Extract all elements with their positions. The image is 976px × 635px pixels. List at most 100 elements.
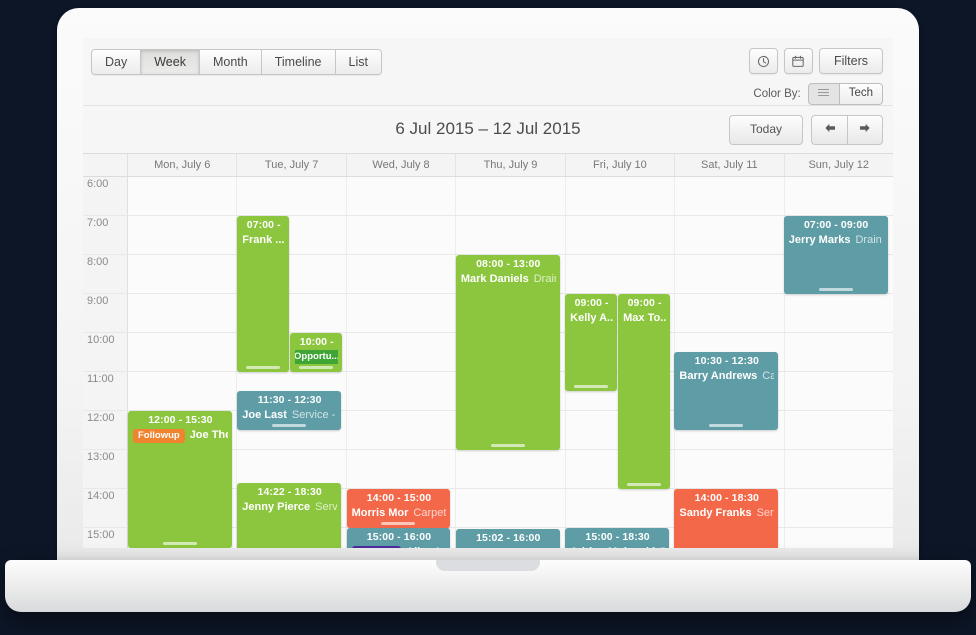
view-tab-week[interactable]: Week: [141, 50, 200, 74]
event-resize-handle[interactable]: [162, 542, 197, 545]
event-resize-handle[interactable]: [272, 424, 307, 427]
color-by-control: Color By: Tech: [753, 83, 883, 105]
event-time: 15:00 - 18:30: [585, 531, 650, 543]
event-resize-handle[interactable]: [246, 366, 281, 369]
event-resize-handle[interactable]: [627, 483, 662, 486]
event-time: 14:22 - 18:30: [257, 486, 322, 498]
event-customer-name: Frank ...: [242, 234, 285, 246]
hour-label-2: 8:00: [83, 255, 128, 293]
calendar-event[interactable]: 12:00 - 15:30 Followup Joe Thej...: [128, 411, 232, 548]
event-customer-name: Kelly A...: [570, 312, 614, 324]
event-resize-handle[interactable]: [574, 385, 609, 388]
event-badge: Opportu...: [295, 350, 339, 364]
day-header-1: Tue, July 7: [237, 154, 347, 176]
calendar-event[interactable]: 15:00 - 16:00 Estimate Allen Las...: [346, 528, 451, 548]
event-body: Sandy Franks Servic...: [679, 506, 774, 521]
calendar-event[interactable]: 08:00 - 13:00 Mark Daniels Drain ...: [455, 255, 560, 450]
hour-label-9: 15:00: [83, 528, 128, 548]
event-time: 10:30 - 12:30: [694, 355, 759, 367]
color-by-label: Color By:: [753, 88, 801, 100]
event-customer-name: Joe Last: [242, 409, 287, 421]
event-body: Opportu...: [295, 350, 339, 364]
event-time: 15:00 - 16:00: [366, 531, 432, 543]
hour-label-1: 7:00: [83, 216, 128, 254]
color-by-toggle[interactable]: Tech: [807, 83, 883, 105]
calendar-event[interactable]: 07:00 - Frank ...: [237, 216, 290, 372]
event-body: Estimate Allen Las...: [351, 545, 446, 548]
event-description: Service ...: [528, 546, 556, 548]
clock-button[interactable]: [748, 48, 778, 74]
event-resize-handle[interactable]: [818, 288, 853, 291]
event-time: 07:00 -: [246, 219, 281, 231]
event-resize-handle[interactable]: [299, 366, 334, 369]
event-time: 07:00 - 09:00: [803, 219, 869, 231]
event-customer-name: Will Damian: [461, 546, 523, 548]
prev-week-button[interactable]: [812, 116, 847, 144]
hour-label-7: 13:00: [83, 450, 128, 488]
event-resize-handle[interactable]: [381, 522, 416, 525]
calendar-event[interactable]: 14:00 - 15:00 Morris Mor Carpet ...: [346, 489, 451, 528]
event-body: Jerry Marks Drain R...: [789, 233, 884, 248]
filters-button[interactable]: Filters: [818, 48, 883, 74]
calendar: Mon, July 6 Tue, July 7 Wed, July 8 Thu, Ju…: [83, 154, 893, 548]
event-body: Max To...: [623, 311, 666, 326]
event-body: Joe Last Service - 4...: [242, 408, 337, 423]
calendar-event[interactable]: 15:02 - 16:00 Will Damian Service ...: [455, 529, 560, 548]
list-icon: [818, 87, 830, 98]
day-header-6: Sun, July 12: [808, 159, 870, 171]
event-description: Carp...: [762, 370, 775, 382]
hour-label-5: 11:00: [83, 372, 128, 410]
event-time: 15:02 - 16:00: [476, 532, 541, 544]
hour-label-6: 12:00: [83, 411, 128, 449]
calendar-event[interactable]: 11:30 - 12:30 Joe Last Service - 4...: [237, 391, 342, 430]
calendar-event[interactable]: 09:00 - Kelly A...: [565, 294, 618, 391]
calendar-event[interactable]: 10:00 - Opportu...: [290, 333, 343, 372]
day-header-5: Sat, July 11: [675, 154, 785, 176]
calendar-event[interactable]: 14:00 - 18:30 Sandy Franks Servic...: [674, 489, 779, 548]
calendar-button[interactable]: [783, 48, 813, 74]
event-description: Drain R...: [855, 234, 883, 246]
event-body: Followup Joe Thej...: [133, 428, 228, 443]
day-header-0: Mon, July 6: [128, 154, 238, 176]
calendar-event[interactable]: 09:00 - Max To...: [618, 294, 671, 489]
hour-label-8: 14:00: [83, 489, 128, 527]
event-time: 14:00 - 18:30: [694, 492, 759, 504]
day-header-4: Fri, July 10: [566, 154, 676, 176]
event-description: Drain ...: [533, 273, 556, 285]
calendar-event[interactable]: 14:22 - 18:30 Jenny Pierce Servic...: [237, 483, 342, 548]
calendar-event[interactable]: 15:00 - 18:30 Adrian Molovski Dr...: [565, 528, 669, 548]
today-button[interactable]: Today: [728, 115, 803, 145]
event-customer-name: Joe Thej...: [189, 429, 228, 441]
view-tab-list[interactable]: List: [335, 50, 381, 74]
event-customer-name: Mark Daniels: [460, 273, 529, 285]
calendar-event[interactable]: 10:30 - 12:30 Barry Andrews Carp...: [674, 352, 779, 430]
calendar-event[interactable]: 07:00 - 09:00 Jerry Marks Drain R...: [783, 216, 888, 294]
toolbar-actions: Filters: [748, 48, 883, 74]
event-description: Carpet ...: [413, 507, 447, 519]
laptop-notch: [436, 560, 540, 571]
event-time: 09:00 -: [627, 297, 662, 309]
view-tab-month[interactable]: Month: [199, 50, 262, 74]
view-tab-day[interactable]: Day: [92, 50, 142, 74]
event-badge: Followup: [133, 428, 185, 443]
event-resize-handle[interactable]: [709, 424, 744, 427]
hour-label-4: 10:00: [83, 333, 128, 371]
events-layer: 12:00 - 15:30 Followup Joe Thej... 07:00 - F…: [128, 177, 893, 548]
color-by-option-tech[interactable]: Tech: [838, 84, 882, 104]
event-time: 12:00 - 15:30: [148, 414, 213, 426]
color-by-option-list[interactable]: [809, 84, 839, 104]
event-resize-handle[interactable]: [490, 444, 525, 447]
view-tab-timeline[interactable]: Timeline: [261, 50, 336, 74]
day-header-2: Wed, July 8: [347, 154, 457, 176]
event-body: Adrian Molovski Dr...: [570, 545, 665, 548]
event-customer-name: Morris Mor: [351, 507, 409, 519]
toolbar: Day Week Month Timeline List Filters Col…: [83, 38, 893, 106]
event-time: 09:00 -: [574, 297, 609, 309]
event-description: Servic...: [756, 507, 775, 519]
next-week-button[interactable]: [847, 116, 882, 144]
day-header-3: Thu, July 9: [456, 154, 566, 176]
view-switcher[interactable]: Day Week Month Timeline List: [91, 49, 382, 75]
event-description: Dr...: [660, 545, 665, 548]
app-screen: Day Week Month Timeline List Filters Col…: [83, 38, 893, 548]
clock-icon: [757, 55, 770, 68]
